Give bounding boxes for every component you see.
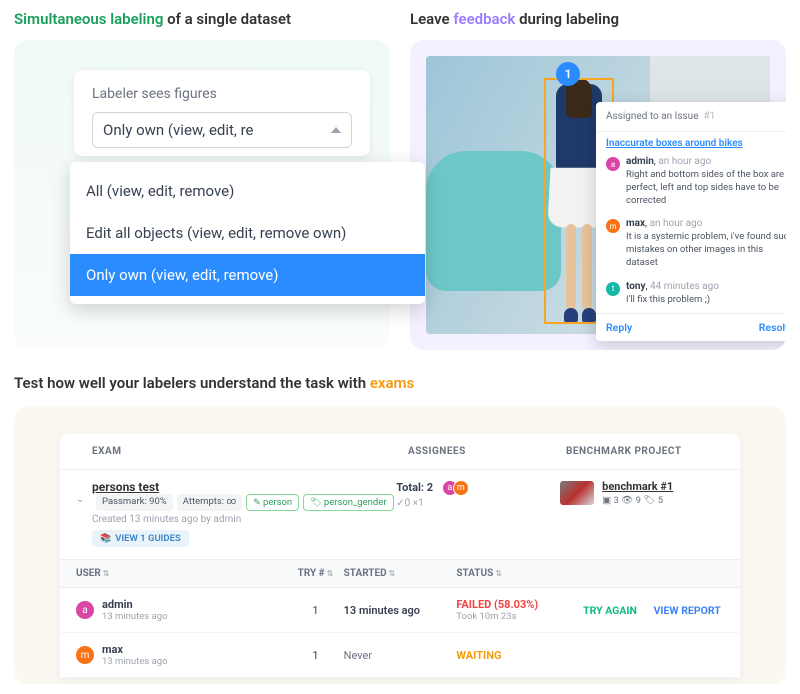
col-assignees: ASSIGNEES: [408, 446, 566, 457]
avatar: t: [606, 282, 620, 296]
user-name: admin: [102, 598, 167, 611]
try-count: 1: [287, 649, 343, 662]
assignees-sub: ✓0 ×1: [396, 498, 560, 509]
dropdown-option[interactable]: All (view, edit, remove): [70, 170, 425, 212]
expand-toggle[interactable]: ⌄: [76, 480, 92, 505]
chip-class-person: person: [246, 494, 299, 511]
assignees-total: Total: 2: [396, 481, 433, 494]
issue-panel: Assigned to an Issue #1 ✕ Inaccurate box…: [596, 102, 786, 341]
status-duration: Took 10m 23s: [456, 611, 583, 622]
user-row: m max 13 minutes ago 1 Never WAITING: [60, 633, 740, 678]
dropdown-menu: All (view, edit, remove) Edit all object…: [70, 162, 425, 304]
col-exam: EXAM: [92, 446, 408, 457]
dropdown-option[interactable]: Edit all objects (view, edit, remove own…: [70, 212, 425, 254]
status-badge: WAITING: [456, 649, 583, 662]
close-icon[interactable]: ✕: [785, 109, 786, 124]
chip-passmark: Passmark: 90%: [96, 494, 173, 511]
view-guides-button[interactable]: VIEW 1 GUIDES: [92, 530, 189, 547]
exams-card: EXAM ASSIGNEES BENCHMARK PROJECT ⌄ perso…: [14, 406, 786, 684]
labeling-card: Labeler sees figures Only own (view, edi…: [14, 40, 390, 350]
benchmark-link[interactable]: benchmark #1: [602, 480, 673, 493]
headline-exams: Test how well your labelers understand t…: [14, 374, 786, 392]
avatar: m: [76, 646, 94, 664]
issue-title-link[interactable]: Inaccurate boxes around bikes: [596, 132, 786, 151]
chip-attempts: Attempts: ∞: [177, 494, 242, 511]
view-report-button[interactable]: VIEW REPORT: [654, 604, 724, 617]
dropdown-option-selected[interactable]: Only own (view, edit, remove): [70, 254, 425, 296]
exam-table: EXAM ASSIGNEES BENCHMARK PROJECT ⌄ perso…: [60, 434, 740, 678]
user-time: 13 minutes ago: [102, 656, 167, 667]
col-try[interactable]: TRY #: [287, 568, 343, 579]
try-count: 1: [287, 604, 343, 617]
chevron-up-icon: [331, 127, 341, 133]
feedback-card: 1 Assigned to an Issue #1 ✕ Inaccurate b…: [410, 40, 786, 350]
table-header: EXAM ASSIGNEES BENCHMARK PROJECT: [60, 434, 740, 470]
col-benchmark: BENCHMARK PROJECT: [566, 446, 724, 457]
chip-tag-gender: person_gender: [303, 494, 393, 511]
reply-button[interactable]: Reply: [606, 321, 632, 334]
issue-comment: m max, an hour ago It is a systemic prob…: [596, 213, 786, 275]
headline-feedback: Leave feedback during labeling: [410, 10, 786, 28]
started-time: 13 minutes ago: [344, 604, 457, 617]
try-again-button[interactable]: TRY AGAIN: [583, 604, 653, 617]
status-badge: FAILED (58.03%): [456, 598, 583, 611]
exam-row: ⌄ persons test Passmark: 90% Attempts: ∞…: [60, 470, 740, 560]
col-status[interactable]: STATUS: [456, 568, 583, 579]
issue-header-label: Assigned to an Issue #1: [606, 111, 715, 122]
resolve-button[interactable]: Resolve: [759, 321, 786, 334]
started-time: Never: [344, 649, 457, 662]
avatar: m: [606, 219, 620, 233]
benchmark-stats: ▣ 3 👁 9 🏷 5: [602, 495, 673, 506]
user-row: a admin 13 minutes ago 1 13 minutes ago …: [60, 588, 740, 633]
avatar: m: [453, 480, 469, 496]
sub-table-header: USER TRY # STARTED STATUS: [60, 560, 740, 588]
annotation-badge[interactable]: 1: [556, 62, 580, 86]
avatar: a: [76, 601, 94, 619]
dropdown-container: Labeler sees figures Only own (view, edi…: [74, 70, 370, 156]
dropdown-select[interactable]: Only own (view, edit, re: [92, 112, 352, 148]
col-started[interactable]: STARTED: [344, 568, 457, 579]
dropdown-label: Labeler sees figures: [92, 86, 352, 102]
dropdown-selected-text: Only own (view, edit, re: [103, 121, 253, 139]
user-name: max: [102, 643, 167, 656]
user-time: 13 minutes ago: [102, 611, 167, 622]
exam-created-text: Created 13 minutes ago by admin: [92, 514, 396, 525]
col-user[interactable]: USER: [76, 568, 287, 579]
benchmark-thumbnail: [560, 481, 594, 505]
issue-comment: a admin, an hour ago Right and bottom si…: [596, 151, 786, 213]
avatar: a: [606, 157, 620, 171]
issue-comment: t tony, 44 minutes ago I'll fix this pro…: [596, 276, 786, 313]
headline-labeling: Simultaneous labeling of a single datase…: [14, 10, 390, 28]
exam-name-link[interactable]: persons test: [92, 480, 159, 494]
